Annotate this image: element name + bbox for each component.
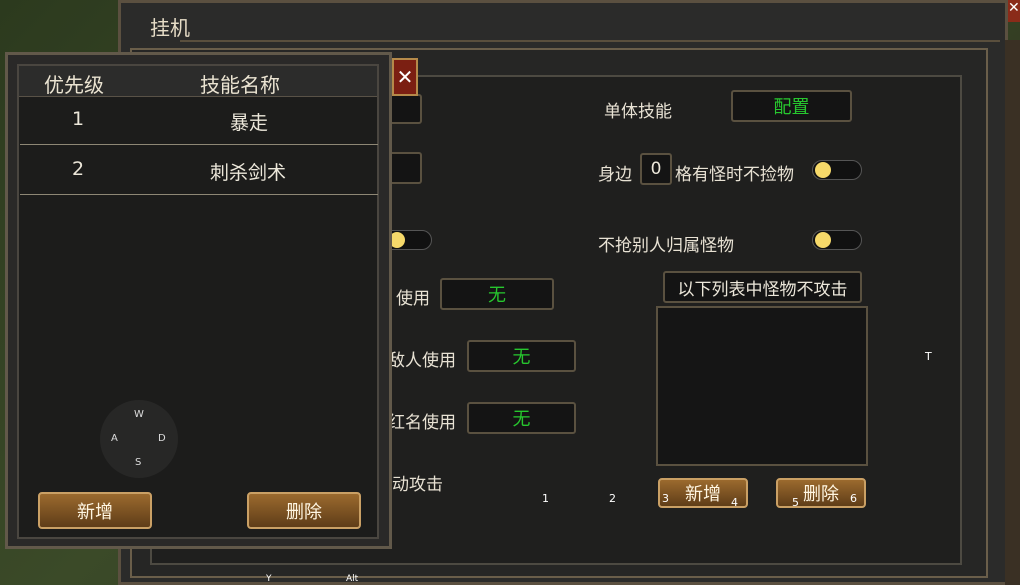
no-pickup-toggle[interactable]: [812, 160, 862, 180]
column-header-priority: 优先级: [44, 73, 104, 97]
single-skill-label: 单体技能: [604, 102, 672, 122]
title-ornament: [180, 40, 1000, 48]
no-grab-label: 不抢别人归属怪物: [598, 236, 734, 256]
toggle-knob: [815, 162, 831, 178]
hotkey-label: 2: [609, 492, 616, 505]
nearby-count-input[interactable]: 0: [640, 153, 672, 185]
skill-row-priority[interactable]: 1: [72, 108, 84, 130]
skill-delete-button[interactable]: 删除: [247, 492, 361, 529]
hotkey-label: 1: [542, 492, 549, 505]
row-value-2[interactable]: 无: [467, 340, 576, 372]
skill-list-frame: [17, 64, 379, 539]
single-skill-config-button[interactable]: 配置: [731, 90, 852, 122]
hotkey-label: 5: [792, 496, 799, 509]
joystick-w-label: W: [134, 409, 144, 420]
hotkey-label: T: [925, 350, 932, 363]
popup-close-icon[interactable]: ✕: [392, 58, 418, 96]
hotkey-label: 4: [731, 496, 738, 509]
side-tab-strip: [1005, 40, 1020, 585]
row-value-3[interactable]: 无: [467, 402, 576, 434]
window-title: 挂机: [150, 16, 190, 40]
row-label-1: 使用: [396, 289, 430, 309]
joystick-s-label: S: [135, 457, 142, 468]
hotkey-label: 6: [850, 492, 857, 505]
row-label-3: 红名使用: [388, 413, 456, 433]
row-label-2: 敌人使用: [388, 351, 456, 371]
joystick-d-label: D: [158, 433, 166, 444]
no-grab-toggle[interactable]: [812, 230, 862, 250]
skill-add-button[interactable]: 新增: [38, 492, 152, 529]
row-value-1[interactable]: 无: [440, 278, 554, 310]
hotkey-label: Alt: [346, 574, 359, 584]
no-attack-monster-list[interactable]: [656, 306, 868, 466]
joystick-a-label: A: [111, 433, 118, 444]
skill-row-priority[interactable]: 2: [72, 158, 84, 180]
row-divider: [20, 144, 378, 145]
nearby-prefix-label: 身边: [598, 165, 632, 185]
row-divider: [20, 194, 378, 195]
column-header-skill-name: 技能名称: [200, 73, 280, 97]
skill-row-name[interactable]: 暴走: [230, 108, 268, 135]
hotkey-label: Y: [266, 574, 272, 584]
no-attack-list-title: 以下列表中怪物不攻击: [663, 271, 862, 303]
skill-row-name[interactable]: 刺杀剑术: [210, 158, 286, 185]
window-close-icon[interactable]: ✕: [1008, 0, 1020, 22]
toggle-knob: [815, 232, 831, 248]
row-label-4: 动攻击: [392, 475, 443, 495]
nearby-suffix-label: 格有怪时不捡物: [675, 165, 794, 185]
hotkey-label: 3: [662, 492, 669, 505]
